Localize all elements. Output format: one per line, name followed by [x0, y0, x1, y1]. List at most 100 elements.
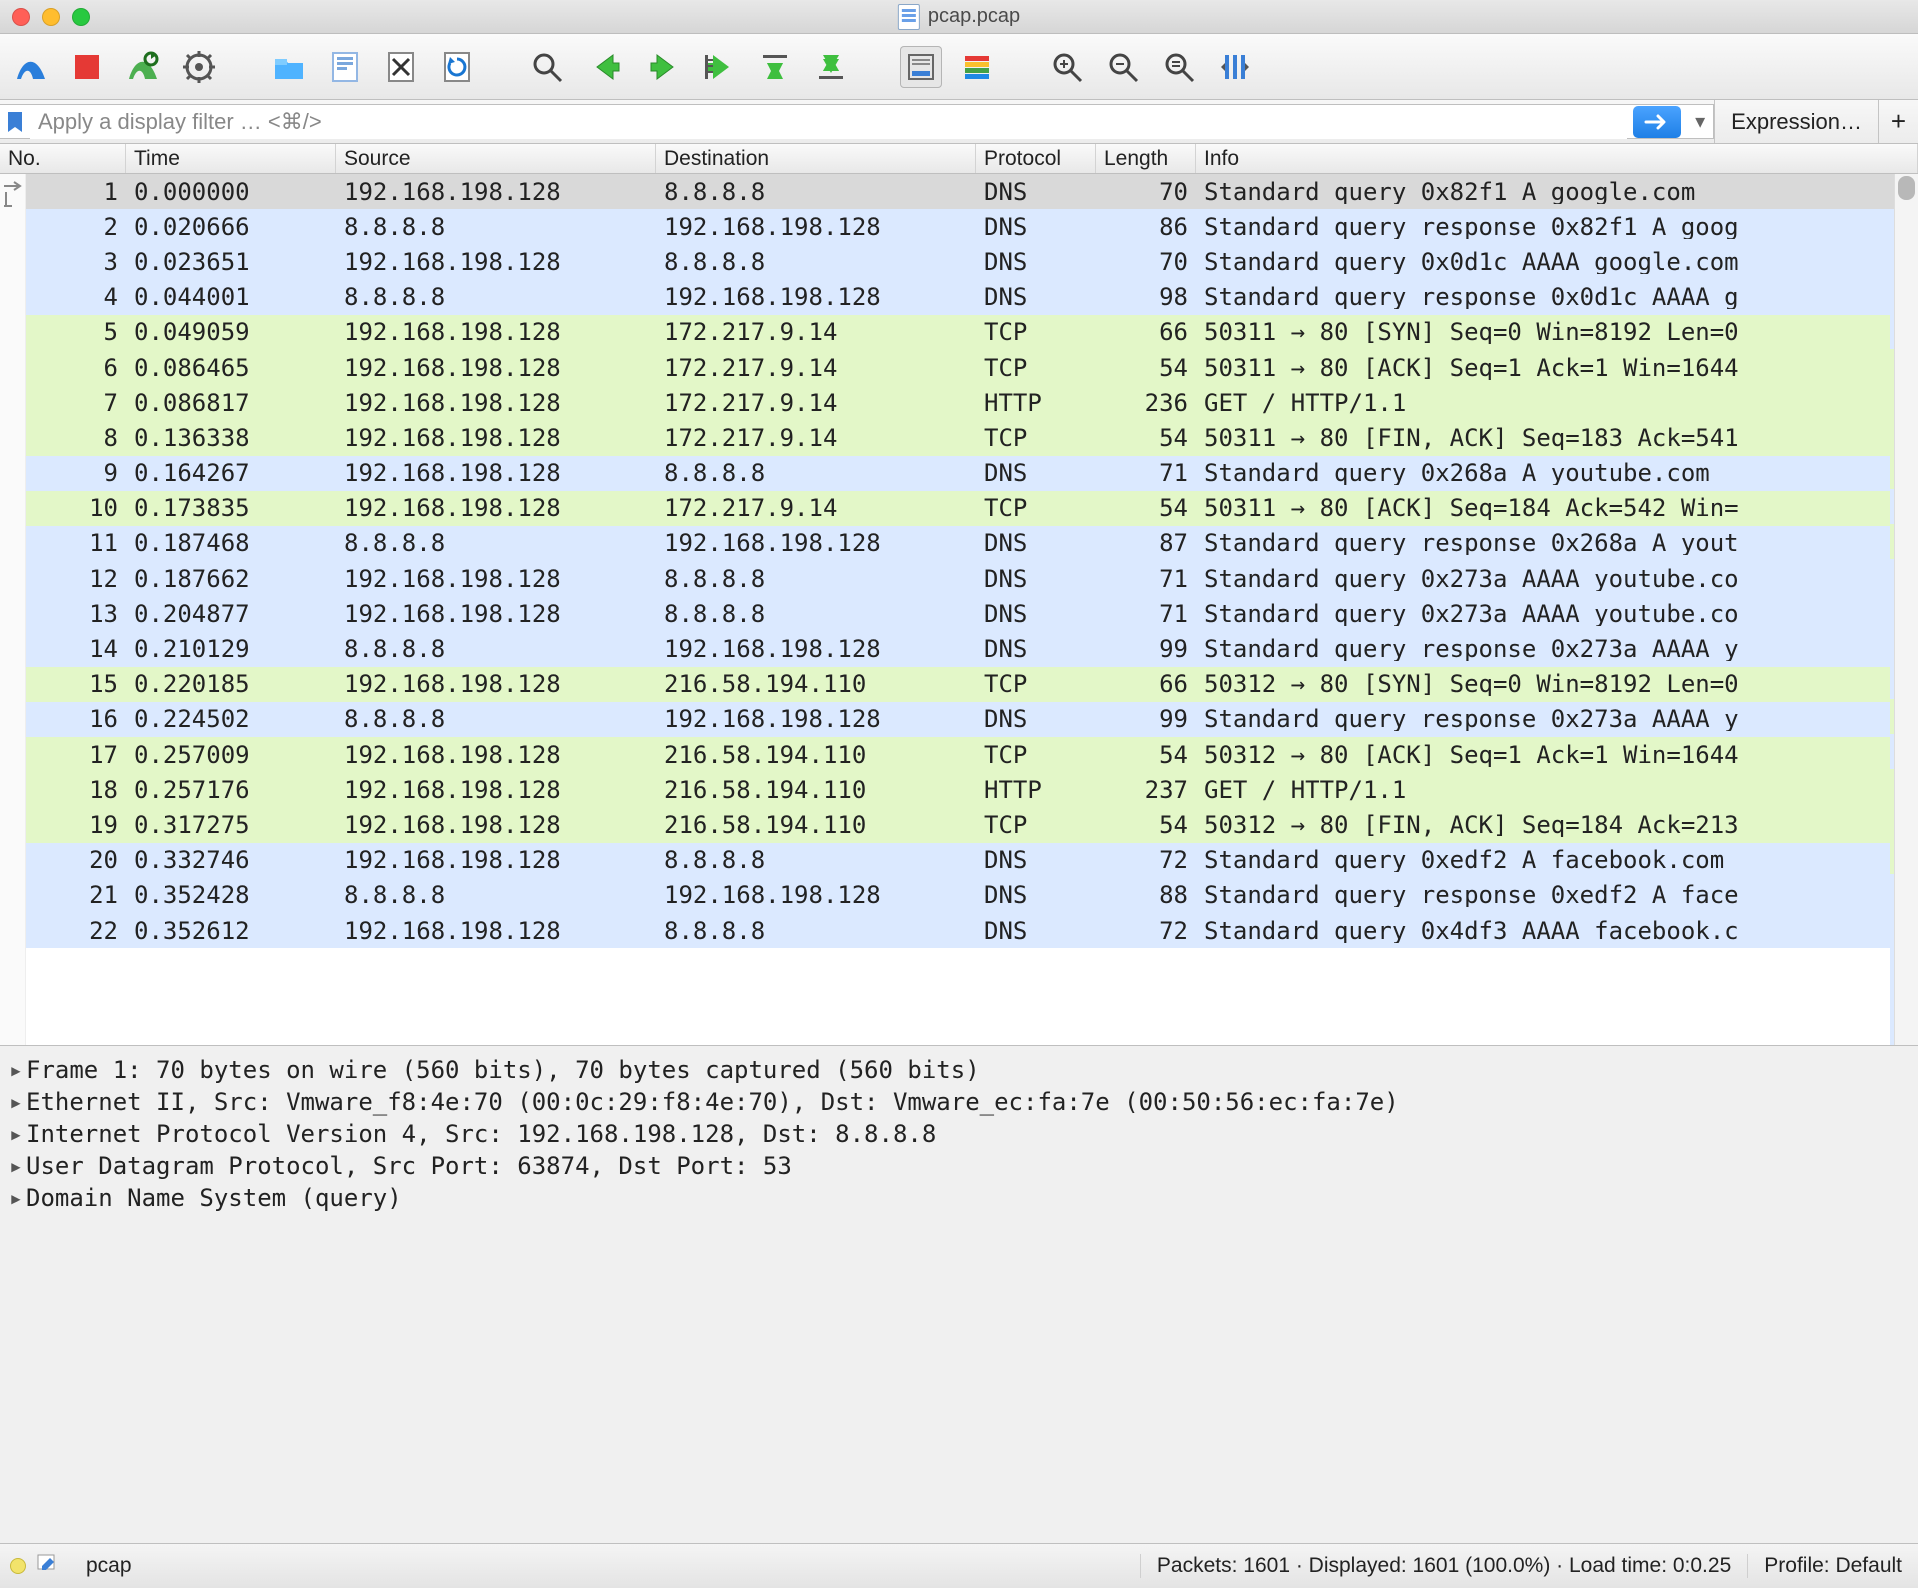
close-window-button[interactable]: [12, 8, 30, 26]
go-to-packet-button[interactable]: [698, 46, 740, 88]
cell-no: 15: [26, 672, 126, 696]
open-file-button[interactable]: [268, 46, 310, 88]
resize-columns-button[interactable]: [1214, 46, 1256, 88]
packet-row[interactable]: 90.164267192.168.198.1288.8.8.8DNS71Stan…: [26, 456, 1890, 491]
expert-info-icon[interactable]: [10, 1558, 26, 1574]
detail-tree-node[interactable]: ▸ Internet Protocol Version 4, Src: 192.…: [6, 1118, 1912, 1150]
cell-protocol: HTTP: [976, 391, 1096, 415]
column-header-protocol[interactable]: Protocol: [976, 144, 1096, 173]
edit-capture-comment-icon[interactable]: [36, 1552, 58, 1580]
packet-row[interactable]: 130.204877192.168.198.1288.8.8.8DNS71Sta…: [26, 596, 1890, 631]
cell-source: 8.8.8.8: [336, 883, 656, 907]
column-header-destination[interactable]: Destination: [656, 144, 976, 173]
restart-capture-button[interactable]: [122, 46, 164, 88]
cell-protocol: DNS: [976, 285, 1096, 309]
auto-scroll-button[interactable]: [900, 46, 942, 88]
packet-row[interactable]: 190.317275192.168.198.128216.58.194.110T…: [26, 807, 1890, 842]
packet-row[interactable]: 120.187662192.168.198.1288.8.8.8DNS71Sta…: [26, 561, 1890, 596]
detail-tree-node[interactable]: ▸ Domain Name System (query): [6, 1182, 1912, 1214]
column-header-time[interactable]: Time: [126, 144, 336, 173]
filter-history-dropdown[interactable]: ▾: [1687, 109, 1713, 134]
disclosure-triangle-icon[interactable]: ▸: [6, 1088, 26, 1116]
packet-row[interactable]: 40.0440018.8.8.8192.168.198.128DNS98Stan…: [26, 280, 1890, 315]
cell-info: GET / HTTP/1.1: [1196, 391, 1890, 415]
cell-source: 192.168.198.128: [336, 426, 656, 450]
cell-protocol: DNS: [976, 531, 1096, 555]
zoom-out-button[interactable]: [1102, 46, 1144, 88]
cell-destination: 192.168.198.128: [656, 285, 976, 309]
go-last-packet-button[interactable]: [810, 46, 852, 88]
zoom-window-button[interactable]: [72, 8, 90, 26]
capture-options-button[interactable]: [178, 46, 220, 88]
cell-no: 16: [26, 707, 126, 731]
packet-row[interactable]: 30.023651192.168.198.1288.8.8.8DNS70Stan…: [26, 244, 1890, 279]
stop-capture-button[interactable]: [66, 46, 108, 88]
zoom-in-button[interactable]: [1046, 46, 1088, 88]
cell-source: 192.168.198.128: [336, 391, 656, 415]
detail-tree-node[interactable]: ▸ User Datagram Protocol, Src Port: 6387…: [6, 1150, 1912, 1182]
cell-destination: 172.217.9.14: [656, 356, 976, 380]
packet-row[interactable]: 100.173835192.168.198.128172.217.9.14TCP…: [26, 491, 1890, 526]
column-header-length[interactable]: Length: [1096, 144, 1196, 173]
packet-row[interactable]: 210.3524288.8.8.8192.168.198.128DNS88Sta…: [26, 878, 1890, 913]
add-filter-button[interactable]: +: [1878, 100, 1918, 143]
cell-destination: 192.168.198.128: [656, 215, 976, 239]
disclosure-triangle-icon[interactable]: ▸: [6, 1152, 26, 1180]
colorize-button[interactable]: [956, 46, 998, 88]
packet-row[interactable]: 150.220185192.168.198.128216.58.194.110T…: [26, 667, 1890, 702]
status-profile[interactable]: Profile: Default: [1747, 1554, 1918, 1578]
column-header-no[interactable]: No.: [0, 144, 126, 173]
minimize-window-button[interactable]: [42, 8, 60, 26]
disclosure-triangle-icon[interactable]: ▸: [6, 1056, 26, 1084]
packet-row[interactable]: 50.049059192.168.198.128172.217.9.14TCP6…: [26, 315, 1890, 350]
packet-row[interactable]: 20.0206668.8.8.8192.168.198.128DNS86Stan…: [26, 209, 1890, 244]
reload-file-button[interactable]: [436, 46, 478, 88]
packet-row[interactable]: 10.000000192.168.198.1288.8.8.8DNS70Stan…: [26, 174, 1890, 209]
disclosure-triangle-icon[interactable]: ▸: [6, 1120, 26, 1148]
expression-button[interactable]: Expression…: [1714, 100, 1878, 143]
packet-rows[interactable]: 10.000000192.168.198.1288.8.8.8DNS70Stan…: [26, 174, 1890, 1045]
column-header-info[interactable]: Info: [1196, 144, 1918, 173]
packet-row[interactable]: 140.2101298.8.8.8192.168.198.128DNS99Sta…: [26, 631, 1890, 666]
packet-row[interactable]: 180.257176192.168.198.128216.58.194.110H…: [26, 772, 1890, 807]
zoom-reset-button[interactable]: [1158, 46, 1200, 88]
cell-time: 0.173835: [126, 496, 336, 520]
packet-row[interactable]: 160.2245028.8.8.8192.168.198.128DNS99Sta…: [26, 702, 1890, 737]
packet-row[interactable]: 200.332746192.168.198.1288.8.8.8DNS72Sta…: [26, 843, 1890, 878]
go-back-button[interactable]: [586, 46, 628, 88]
cell-time: 0.020666: [126, 215, 336, 239]
cell-time: 0.224502: [126, 707, 336, 731]
display-filter-input[interactable]: [30, 105, 1627, 139]
cell-no: 12: [26, 567, 126, 591]
shark-fin-icon[interactable]: [10, 46, 52, 88]
vertical-scrollbar[interactable]: [1894, 174, 1918, 1045]
packet-row[interactable]: 220.352612192.168.198.1288.8.8.8DNS72Sta…: [26, 913, 1890, 948]
cell-source: 8.8.8.8: [336, 707, 656, 731]
disclosure-triangle-icon[interactable]: ▸: [6, 1184, 26, 1212]
packet-row[interactable]: 170.257009192.168.198.128216.58.194.110T…: [26, 737, 1890, 772]
close-file-button[interactable]: [380, 46, 422, 88]
packet-row[interactable]: 80.136338192.168.198.128172.217.9.14TCP5…: [26, 420, 1890, 455]
cell-info: 50312 → 80 [FIN, ACK] Seq=184 Ack=213: [1196, 813, 1890, 837]
packet-row[interactable]: 70.086817192.168.198.128172.217.9.14HTTP…: [26, 385, 1890, 420]
packet-row[interactable]: 60.086465192.168.198.128172.217.9.14TCP5…: [26, 350, 1890, 385]
cell-source: 192.168.198.128: [336, 848, 656, 872]
status-bar: pcap Packets: 1601 · Displayed: 1601 (10…: [0, 1543, 1918, 1588]
cell-info: Standard query 0x0d1c AAAA google.com: [1196, 250, 1890, 274]
column-header-source[interactable]: Source: [336, 144, 656, 173]
packet-row[interactable]: 110.1874688.8.8.8192.168.198.128DNS87Sta…: [26, 526, 1890, 561]
cell-source: 192.168.198.128: [336, 180, 656, 204]
cell-source: 192.168.198.128: [336, 250, 656, 274]
save-file-button[interactable]: [324, 46, 366, 88]
detail-tree-node[interactable]: ▸ Frame 1: 70 bytes on wire (560 bits), …: [6, 1054, 1912, 1086]
detail-tree-node[interactable]: ▸ Ethernet II, Src: Vmware_f8:4e:70 (00:…: [6, 1086, 1912, 1118]
packet-list-header[interactable]: No. Time Source Destination Protocol Len…: [0, 144, 1918, 174]
go-forward-button[interactable]: [642, 46, 684, 88]
packet-details-pane[interactable]: ▸ Frame 1: 70 bytes on wire (560 bits), …: [0, 1046, 1918, 1510]
bookmark-icon[interactable]: [0, 110, 30, 134]
go-first-packet-button[interactable]: [754, 46, 796, 88]
cell-source: 8.8.8.8: [336, 285, 656, 309]
apply-filter-button[interactable]: [1633, 106, 1681, 138]
find-packet-button[interactable]: [526, 46, 568, 88]
cell-time: 0.187662: [126, 567, 336, 591]
